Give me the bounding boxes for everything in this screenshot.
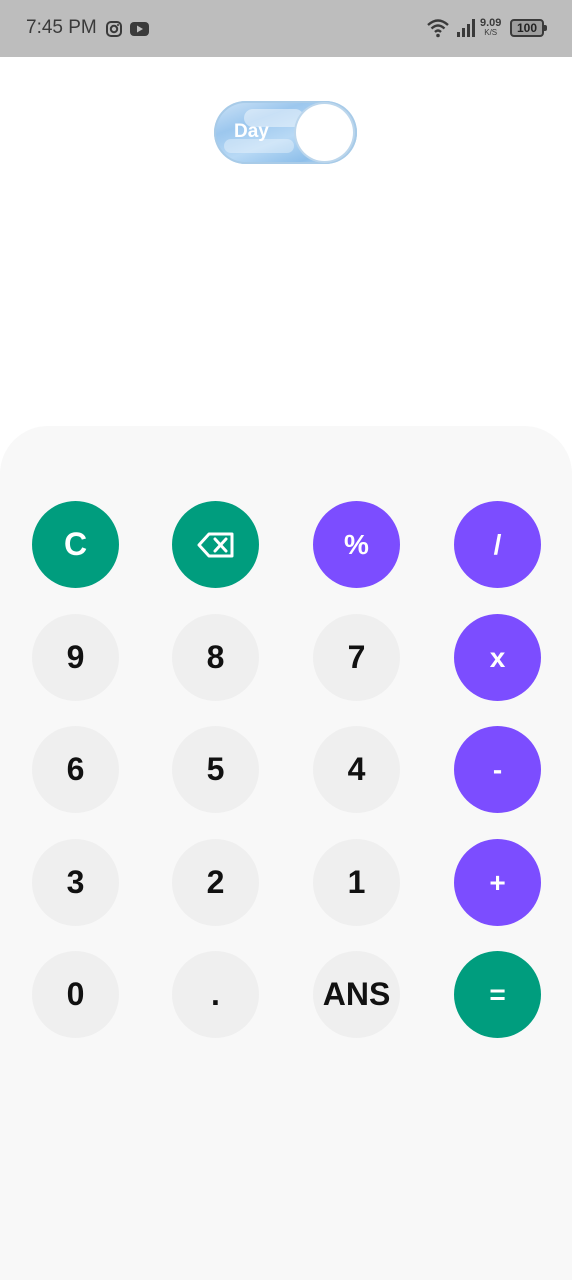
youtube-icon	[130, 22, 149, 36]
net-speed-unit: K/S	[484, 28, 498, 37]
digit-3-button[interactable]: 3	[32, 839, 119, 926]
status-time: 7:45 PM	[26, 17, 97, 38]
answer-button[interactable]: ANS	[313, 951, 400, 1038]
digit-4-button[interactable]: 4	[313, 726, 400, 813]
digit-5-button[interactable]: 5	[172, 726, 259, 813]
backspace-icon	[197, 532, 233, 557]
subtract-button[interactable]: -	[454, 726, 541, 813]
keypad: C % / 9 8 7 x 6 5 4 - 3 2 1 + 0 . ANS =	[0, 426, 572, 1280]
multiply-button[interactable]: x	[454, 614, 541, 701]
battery-icon: 100	[510, 19, 547, 37]
status-bar: 7:45 PM 9.09 K/S 100	[0, 0, 572, 57]
digit-6-button[interactable]: 6	[32, 726, 119, 813]
digit-2-button[interactable]: 2	[172, 839, 259, 926]
percent-button[interactable]: %	[313, 501, 400, 588]
backspace-button[interactable]	[172, 501, 259, 588]
digit-7-button[interactable]: 7	[313, 614, 400, 701]
theme-toggle-knob[interactable]	[296, 104, 353, 161]
divide-button[interactable]: /	[454, 501, 541, 588]
decimal-button[interactable]: .	[172, 951, 259, 1038]
digit-8-button[interactable]: 8	[172, 614, 259, 701]
signal-icon	[457, 19, 475, 37]
net-speed-value: 9.09	[480, 17, 502, 29]
wifi-icon	[427, 19, 449, 38]
net-speed: 9.09 K/S	[480, 18, 501, 38]
digit-0-button[interactable]: 0	[32, 951, 119, 1038]
digit-9-button[interactable]: 9	[32, 614, 119, 701]
theme-toggle[interactable]: Day	[214, 101, 357, 164]
clear-button[interactable]: C	[32, 501, 119, 588]
digit-1-button[interactable]: 1	[313, 839, 400, 926]
instagram-icon	[106, 21, 122, 37]
theme-toggle-label: Day	[234, 121, 269, 142]
equals-button[interactable]: =	[454, 951, 541, 1038]
add-button[interactable]: +	[454, 839, 541, 926]
